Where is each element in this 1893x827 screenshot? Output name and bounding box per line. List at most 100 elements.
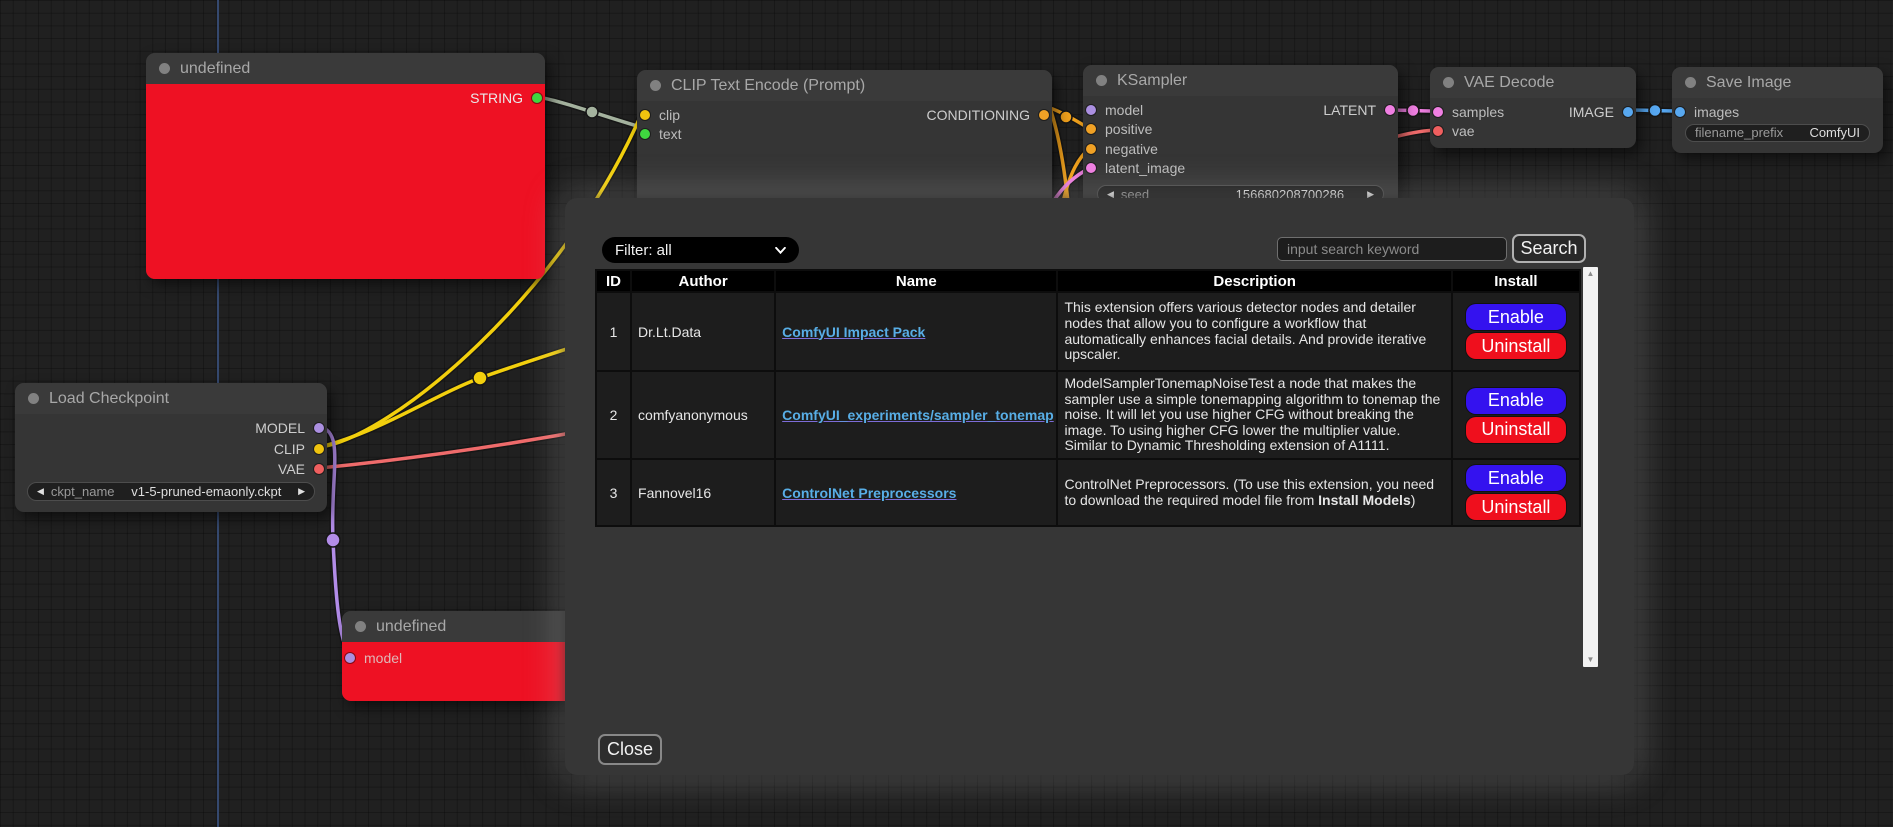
- comfyui-canvas[interactable]: undefined STRING CLIP Text Encode (Promp…: [0, 0, 1893, 827]
- extension-actions: Enable Uninstall: [1452, 371, 1580, 459]
- node-header[interactable]: Save Image: [1672, 67, 1883, 98]
- node-title: undefined: [180, 60, 250, 78]
- input-port-model[interactable]: [1086, 105, 1096, 115]
- extensions-table-container[interactable]: IDAuthorNameDescriptionInstall 1Dr.Lt.Da…: [595, 269, 1598, 667]
- uninstall-button[interactable]: Uninstall: [1466, 333, 1566, 359]
- node-undefined-top[interactable]: undefined STRING: [146, 53, 545, 279]
- filter-select[interactable]: Filter: all: [602, 237, 799, 263]
- node-undefined-bottom[interactable]: undefined model: [342, 611, 567, 701]
- output-port-latent[interactable]: [1385, 105, 1395, 115]
- output-label-vae: VAE: [278, 461, 305, 477]
- input-label-vae: vae: [1452, 123, 1475, 139]
- output-port-string[interactable]: [532, 93, 542, 103]
- collapse-dot-icon[interactable]: [650, 80, 661, 91]
- input-label-clip: clip: [659, 107, 680, 123]
- output-port-clip[interactable]: [314, 444, 324, 454]
- extension-link[interactable]: ControlNet Preprocessors: [782, 485, 956, 501]
- node-body-error: STRING: [146, 84, 545, 279]
- input-port-negative[interactable]: [1086, 144, 1096, 154]
- increment-arrow-icon[interactable]: ▶: [298, 487, 305, 496]
- extension-link[interactable]: ComfyUI_experiments/sampler_tonemap: [782, 407, 1054, 423]
- enable-button[interactable]: Enable: [1466, 465, 1566, 491]
- decrement-arrow-icon[interactable]: ◀: [37, 487, 44, 496]
- input-port-text[interactable]: [640, 129, 650, 139]
- input-label-positive: positive: [1105, 121, 1152, 137]
- input-port-images[interactable]: [1675, 107, 1685, 117]
- output-port-conditioning[interactable]: [1039, 110, 1049, 120]
- collapse-dot-icon[interactable]: [355, 621, 366, 632]
- ckpt-name-widget[interactable]: ◀ ckpt_name v1-5-pruned-emaonly.ckpt ▶: [27, 482, 315, 501]
- input-label-negative: negative: [1105, 141, 1158, 157]
- node-ksampler[interactable]: KSampler model LATENT positive negative …: [1083, 65, 1398, 210]
- widget-label: ckpt_name: [51, 484, 115, 499]
- extension-description: ControlNet Preprocessors. (To use this e…: [1057, 459, 1451, 526]
- extension-id: 3: [596, 459, 631, 526]
- column-header: Author: [631, 270, 775, 292]
- node-header[interactable]: undefined: [342, 611, 567, 642]
- scroll-up-icon[interactable]: ▲: [1587, 270, 1595, 278]
- output-port-model[interactable]: [314, 423, 324, 433]
- output-label-latent: LATENT: [1323, 102, 1376, 118]
- output-port-vae[interactable]: [314, 464, 324, 474]
- extension-author: Dr.Lt.Data: [631, 292, 775, 371]
- input-port-latent-image[interactable]: [1086, 163, 1096, 173]
- input-label-text: text: [659, 126, 682, 142]
- node-title: CLIP Text Encode (Prompt): [671, 77, 865, 95]
- extension-description: This extension offers various detector n…: [1057, 292, 1451, 371]
- input-port-positive[interactable]: [1086, 124, 1096, 134]
- node-header[interactable]: Load Checkpoint: [15, 383, 327, 414]
- node-load-checkpoint[interactable]: Load Checkpoint MODEL CLIP VAE ◀ ckpt_na…: [15, 383, 327, 512]
- extension-id: 1: [596, 292, 631, 371]
- filter-select-value: Filter: all: [615, 242, 672, 259]
- uninstall-button[interactable]: Uninstall: [1466, 494, 1566, 520]
- extension-id: 2: [596, 371, 631, 459]
- node-header[interactable]: CLIP Text Encode (Prompt): [637, 70, 1052, 101]
- node-save-image[interactable]: Save Image images filename_prefix ComfyU…: [1672, 67, 1883, 153]
- node-header[interactable]: KSampler: [1083, 65, 1398, 96]
- collapse-dot-icon[interactable]: [159, 63, 170, 74]
- input-port-model[interactable]: [345, 653, 355, 663]
- widget-value: ComfyUI: [1809, 125, 1860, 140]
- node-clip-text-encode[interactable]: CLIP Text Encode (Prompt) clip CONDITION…: [637, 70, 1052, 210]
- enable-button[interactable]: Enable: [1466, 388, 1566, 414]
- enable-button[interactable]: Enable: [1466, 304, 1566, 330]
- column-header: Name: [775, 270, 1057, 292]
- output-port-image[interactable]: [1623, 107, 1633, 117]
- node-header[interactable]: undefined: [146, 53, 545, 84]
- uninstall-button[interactable]: Uninstall: [1466, 417, 1566, 443]
- input-port-samples[interactable]: [1433, 107, 1443, 117]
- input-label-model: model: [1105, 102, 1143, 118]
- collapse-dot-icon[interactable]: [1685, 77, 1696, 88]
- collapse-dot-icon[interactable]: [28, 393, 39, 404]
- filename-prefix-widget[interactable]: filename_prefix ComfyUI: [1685, 124, 1870, 142]
- collapse-dot-icon[interactable]: [1096, 75, 1107, 86]
- column-header: Description: [1057, 270, 1451, 292]
- node-title: Save Image: [1706, 74, 1791, 92]
- output-label-conditioning: CONDITIONING: [927, 107, 1030, 123]
- search-button[interactable]: Search: [1512, 234, 1586, 263]
- extension-actions: Enable Uninstall: [1452, 459, 1580, 526]
- input-port-clip[interactable]: [640, 110, 650, 120]
- output-label-model: MODEL: [255, 420, 305, 436]
- table-scrollbar[interactable]: ▲ ▼: [1583, 267, 1598, 667]
- collapse-dot-icon[interactable]: [1443, 77, 1454, 88]
- extension-actions: Enable Uninstall: [1452, 292, 1580, 371]
- extensions-table: IDAuthorNameDescriptionInstall 1Dr.Lt.Da…: [595, 269, 1581, 527]
- extension-description: ModelSamplerTonemapNoiseTest a node that…: [1057, 371, 1451, 459]
- widget-value: v1-5-pruned-emaonly.ckpt: [122, 484, 292, 499]
- widget-label: filename_prefix: [1695, 125, 1783, 140]
- node-vae-decode[interactable]: VAE Decode samples IMAGE vae: [1430, 67, 1636, 148]
- extension-row: 3Fannovel16 ControlNet Preprocessors Contr…: [596, 459, 1580, 526]
- scroll-down-icon[interactable]: ▼: [1587, 656, 1595, 664]
- output-label-image: IMAGE: [1569, 104, 1614, 120]
- extension-link[interactable]: ComfyUI Impact Pack: [782, 324, 925, 340]
- input-label-latent-image: latent_image: [1105, 160, 1185, 176]
- search-input[interactable]: [1277, 237, 1507, 261]
- node-title: KSampler: [1117, 72, 1187, 90]
- close-button[interactable]: Close: [598, 734, 662, 765]
- node-header[interactable]: VAE Decode: [1430, 67, 1636, 98]
- input-port-vae[interactable]: [1433, 126, 1443, 136]
- table-header-row: IDAuthorNameDescriptionInstall: [596, 270, 1580, 292]
- extension-author: Fannovel16: [631, 459, 775, 526]
- extension-manager-modal: Filter: all Search IDAuthorNameDescripti…: [565, 198, 1634, 775]
